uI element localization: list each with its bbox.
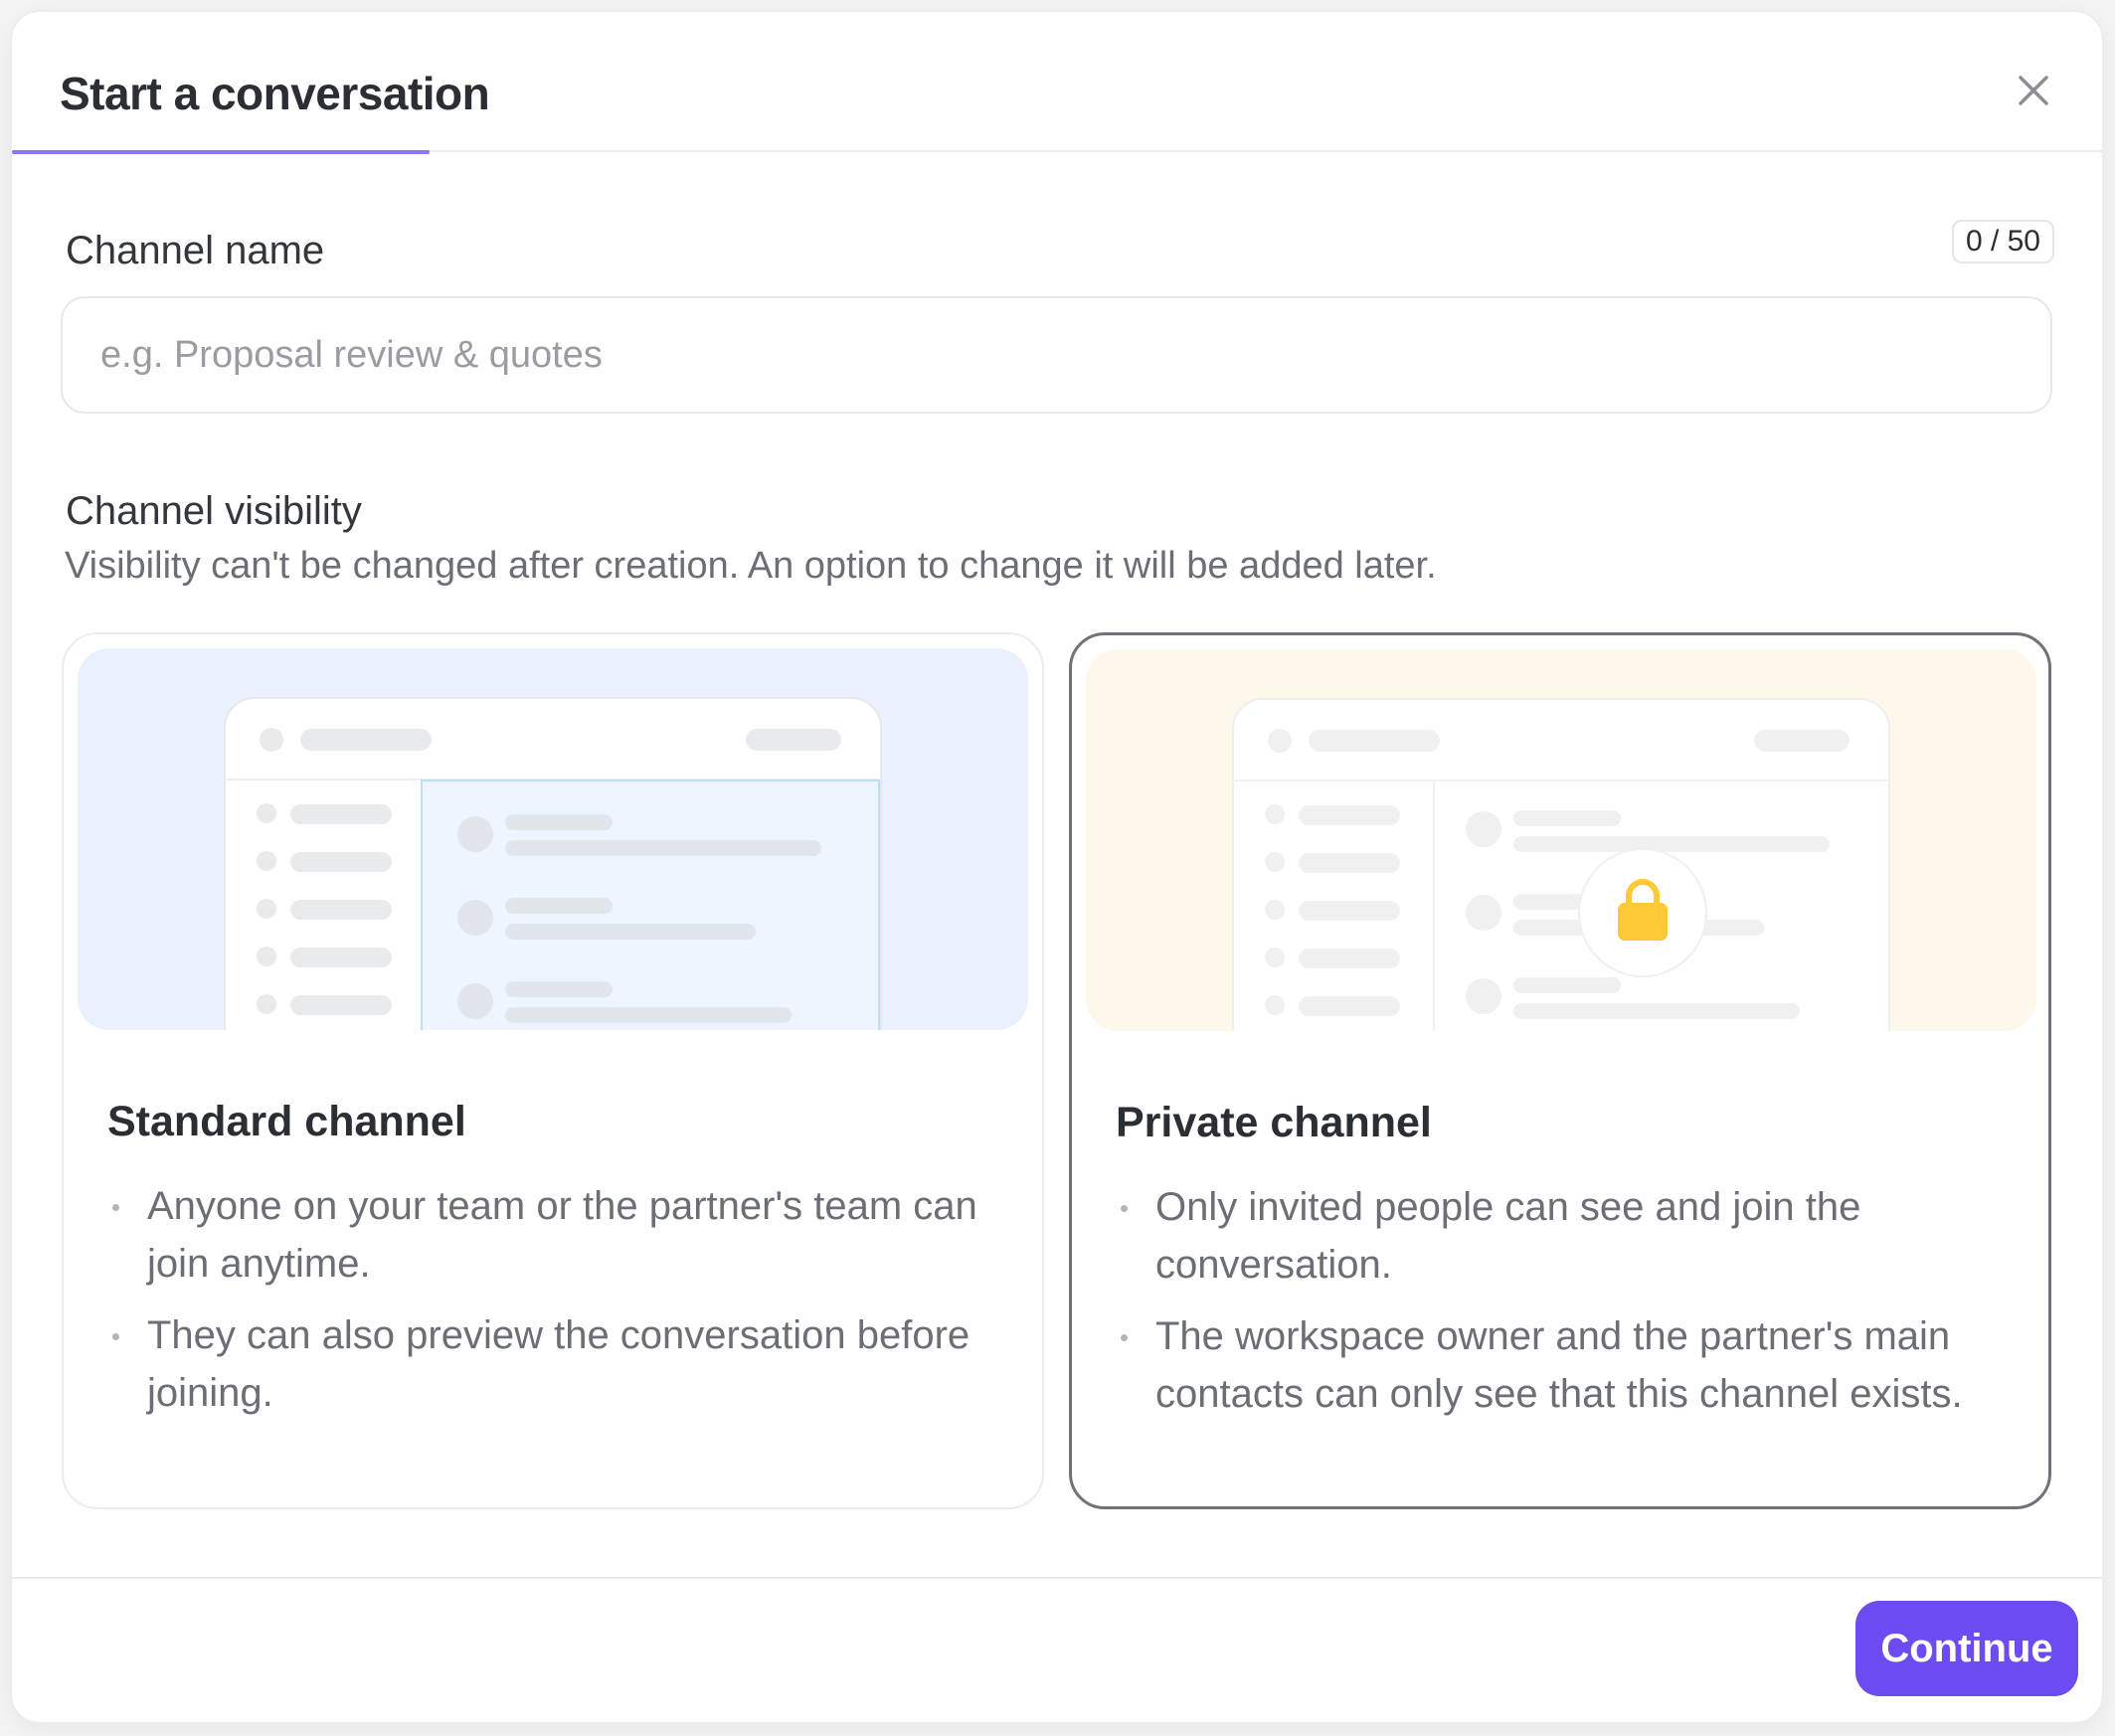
list-item: They can also preview the conversation b… xyxy=(107,1306,1002,1422)
channel-visibility-label: Channel visibility xyxy=(66,489,362,533)
continue-button[interactable]: Continue xyxy=(1855,1601,2078,1696)
standard-channel-illustration xyxy=(78,648,1028,1030)
step-progress-bar xyxy=(12,150,431,154)
dialog-title: Start a conversation xyxy=(60,68,490,119)
list-item: The workspace owner and the partner's ma… xyxy=(1116,1307,2011,1423)
start-conversation-dialog: Start a conversation Channel name 0 / 50… xyxy=(12,12,2102,1722)
private-channel-title: Private channel xyxy=(1116,1099,1432,1146)
channel-name-input[interactable] xyxy=(61,296,2052,414)
visibility-hint: Visibility can't be changed after creati… xyxy=(65,545,1437,587)
channel-name-label: Channel name xyxy=(66,229,325,272)
list-item: Anyone on your team or the partner's tea… xyxy=(107,1177,1002,1293)
private-channel-bullets: Only invited people can see and join the… xyxy=(1116,1178,2011,1437)
footer-divider xyxy=(12,1577,2102,1579)
dialog-header: Start a conversation xyxy=(12,12,2102,152)
close-button[interactable] xyxy=(2011,68,2056,113)
list-item: Only invited people can see and join the… xyxy=(1116,1178,2011,1294)
standard-channel-bullets: Anyone on your team or the partner's tea… xyxy=(107,1177,1002,1436)
character-counter: 0 / 50 xyxy=(1951,220,2054,263)
private-channel-option[interactable]: Private channel Only invited people can … xyxy=(1069,632,2051,1509)
standard-channel-title: Standard channel xyxy=(107,1098,466,1145)
standard-channel-option[interactable]: Standard channel Anyone on your team or … xyxy=(62,632,1044,1509)
private-channel-illustration xyxy=(1086,649,2036,1031)
close-icon xyxy=(2019,76,2048,105)
lock-icon xyxy=(1578,848,1707,977)
